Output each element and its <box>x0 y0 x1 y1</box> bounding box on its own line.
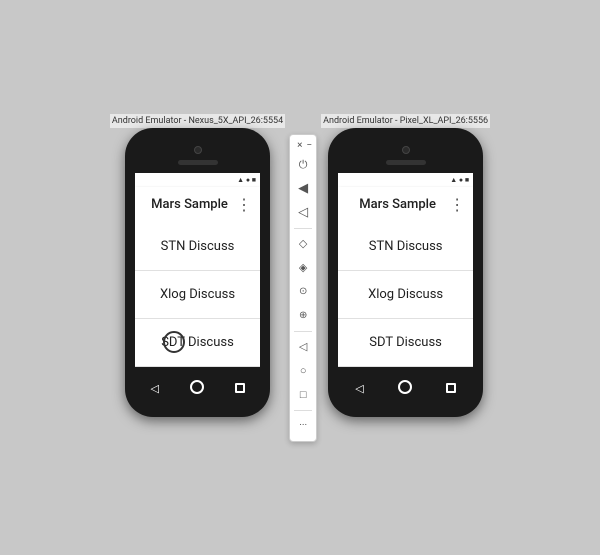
left-home-button[interactable] <box>190 380 204 397</box>
right-title-bar: Android Emulator - Pixel_XL_API_26:5556 <box>321 114 490 128</box>
right-emulator: Android Emulator - Pixel_XL_API_26:5556 … <box>321 114 490 417</box>
right-screen: ▲ ● ■ Mars Sample ⋮ STN Discuss Xlog Dis… <box>338 173 473 367</box>
left-recent-button[interactable] <box>235 382 245 396</box>
right-list-item-2[interactable]: SDT Discuss <box>338 319 473 367</box>
right-list-item-text-0: STN Discuss <box>369 239 443 254</box>
left-phone-shell: ▲ ● ■ Mars Sample ⋮ STN Discuss Xlog Dis… <box>125 128 270 417</box>
right-home-button[interactable] <box>398 380 412 397</box>
left-back-button[interactable]: ◁ <box>150 382 158 395</box>
left-list-item-text-2: SDT Discuss <box>161 335 234 350</box>
toolbar-overview-button[interactable]: □ <box>292 384 314 406</box>
left-camera <box>194 146 202 154</box>
right-back-button[interactable]: ◁ <box>355 382 363 395</box>
toolbar-close-row: × − <box>292 139 314 152</box>
left-list-item-text-1: Xlog Discuss <box>160 287 235 302</box>
toolbar-more-button[interactable]: ··· <box>292 415 314 437</box>
left-list: STN Discuss Xlog Discuss SDT Discuss <box>135 223 260 367</box>
right-list-item-text-1: Xlog Discuss <box>368 287 443 302</box>
left-home-icon <box>190 380 204 394</box>
toolbar-home-button[interactable]: ○ <box>292 360 314 382</box>
right-list: STN Discuss Xlog Discuss SDT Discuss <box>338 223 473 367</box>
left-app-bar: Mars Sample ⋮ <box>135 187 260 223</box>
left-status-bar: ▲ ● ■ <box>135 173 260 187</box>
toolbar-rotate-button[interactable]: ◇ <box>292 233 314 255</box>
right-home-icon <box>398 380 412 394</box>
emulator-toolbar: × − ⏻ ◀ ◁ ◇ ◈ ⊙ ⊕ ◁ ○ □ ··· <box>289 134 317 442</box>
right-recent-button[interactable] <box>446 382 456 396</box>
left-list-item-text-0: STN Discuss <box>161 239 235 254</box>
left-recent-icon <box>235 383 245 393</box>
right-app-bar: Mars Sample ⋮ <box>338 187 473 223</box>
left-emulator: Android Emulator - Nexus_5X_API_26:5554 … <box>110 114 285 417</box>
toolbar-volume-up-button[interactable]: ◀ <box>292 178 314 200</box>
toolbar-power-button[interactable]: ⏻ <box>292 154 314 176</box>
toolbar-screenshot-button[interactable]: ⊙ <box>292 281 314 303</box>
toolbar-divider-3 <box>294 410 312 411</box>
toolbar-min-button[interactable]: − <box>306 140 312 151</box>
toolbar-divider-1 <box>294 228 312 229</box>
right-recent-icon <box>446 383 456 393</box>
left-list-item-0[interactable]: STN Discuss <box>135 223 260 271</box>
right-camera <box>402 146 410 154</box>
left-title-bar: Android Emulator - Nexus_5X_API_26:5554 <box>110 114 285 128</box>
right-list-item-text-2: SDT Discuss <box>369 335 442 350</box>
right-more-button[interactable]: ⋮ <box>449 195 465 214</box>
right-app-title: Mars Sample <box>346 197 449 212</box>
toolbar-fold-button[interactable]: ◈ <box>292 257 314 279</box>
right-nav-bar: ◁ <box>338 375 473 403</box>
left-list-item-2[interactable]: SDT Discuss <box>135 319 260 367</box>
left-speaker <box>178 160 218 165</box>
right-status-icons: ▲ ● ■ <box>450 176 469 184</box>
toolbar-zoom-button[interactable]: ⊕ <box>292 305 314 327</box>
left-nav-bar: ◁ <box>135 375 260 403</box>
toolbar-close-button[interactable]: × <box>297 140 302 151</box>
left-list-item-1[interactable]: Xlog Discuss <box>135 271 260 319</box>
toolbar-back-button[interactable]: ◁ <box>292 336 314 358</box>
left-app-title: Mars Sample <box>143 197 236 212</box>
left-status-icons: ▲ ● ■ <box>237 176 256 184</box>
right-phone-shell: ▲ ● ■ Mars Sample ⋮ STN Discuss Xlog Dis… <box>328 128 483 417</box>
toolbar-volume-down-button[interactable]: ◁ <box>292 202 314 224</box>
left-more-button[interactable]: ⋮ <box>236 195 252 214</box>
left-screen: ▲ ● ■ Mars Sample ⋮ STN Discuss Xlog Dis… <box>135 173 260 367</box>
right-status-bar: ▲ ● ■ <box>338 173 473 187</box>
right-list-item-1[interactable]: Xlog Discuss <box>338 271 473 319</box>
right-speaker <box>386 160 426 165</box>
toolbar-divider-2 <box>294 331 312 332</box>
right-list-item-0[interactable]: STN Discuss <box>338 223 473 271</box>
